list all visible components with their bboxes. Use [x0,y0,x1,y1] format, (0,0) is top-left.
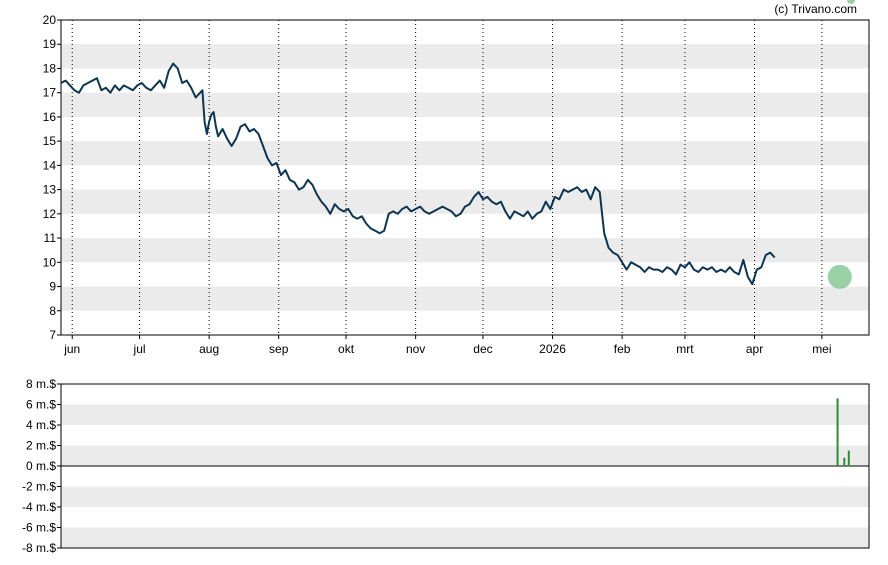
price-y-tick-label: 10 [43,255,57,269]
price-y-tick-label: 7 [49,328,56,342]
volume-chart: -8 m.$ -6 m.$ -4 m.$ -2 m.$ 0 m.$ 2 m.$ 4 m.$ 6… [22,377,870,555]
price-y-tick-label: 17 [43,86,57,100]
price-y-tick-label: 12 [43,207,57,221]
volume-y-tick-label: 0 m.$ [26,459,56,473]
volume-y-tick-label: -2 m.$ [22,480,56,494]
price-y-tick-label: 15 [43,134,57,148]
price-y-tick-label: 20 [43,13,57,27]
credit-label: (c) Trivano.com [774,2,857,16]
price-x-tick-label: okt [338,342,355,356]
price-band [61,238,869,263]
volume-y-tick-label: 4 m.$ [26,418,56,432]
price-band [61,92,869,117]
price-chart: 7 8 9 10 11 12 13 14 15 16 17 18 19 20 jun jul aug sep ok… [43,0,870,356]
volume-chart-bands [61,404,869,548]
volume-band [61,445,869,466]
volume-band [61,404,869,425]
price-x-tick-label: mrt [676,342,694,356]
volume-y-tick-label: -4 m.$ [22,500,56,514]
price-x-tick-label: sep [269,342,289,356]
price-x-tick-label: mei [812,342,831,356]
volume-bar [847,450,850,466]
price-chart-bands [61,44,869,311]
price-x-tick-label: jul [133,342,146,356]
price-x-tick-label: nov [406,342,425,356]
price-chart-y-axis: 7 8 9 10 11 12 13 14 15 16 17 18 19 20 [43,13,61,342]
price-band [61,286,869,311]
highlight-marker-large [827,264,852,289]
volume-y-tick-label: 2 m.$ [26,439,56,453]
volume-chart-y-axis: -8 m.$ -6 m.$ -4 m.$ -2 m.$ 0 m.$ 2 m.$ 4 m.$ 6… [22,377,61,555]
volume-y-tick-label: -8 m.$ [22,541,56,555]
price-y-tick-label: 19 [43,37,57,51]
volume-band [61,486,869,507]
price-x-tick-label: feb [614,342,631,356]
price-y-tick-label: 16 [43,110,57,124]
price-band [61,44,869,69]
price-x-tick-label: apr [746,342,763,356]
price-x-tick-label: 2026 [539,342,566,356]
price-chart-x-axis: jun jul aug sep okt nov dec 2026 feb mrt apr mei [63,335,832,356]
volume-bar [843,457,846,466]
price-x-tick-label: dec [473,342,492,356]
price-band [61,189,869,214]
volume-band [61,527,869,548]
volume-y-tick-label: 8 m.$ [26,377,56,391]
price-y-tick-label: 9 [49,280,56,294]
price-y-tick-label: 18 [43,61,57,75]
price-x-tick-label: jun [63,342,80,356]
price-x-tick-label: aug [199,342,219,356]
price-band [61,141,869,166]
price-y-tick-label: 11 [44,231,57,245]
volume-bar [836,398,839,466]
price-y-tick-label: 14 [43,158,57,172]
volume-y-tick-label: 6 m.$ [26,398,56,412]
price-y-tick-label: 13 [43,183,57,197]
volume-y-tick-label: -6 m.$ [22,521,56,535]
stock-charts: (c) Trivano.com 7 8 9 10 11 12 13 14 15 16 17 18 19 2… [22,0,870,555]
price-y-tick-label: 8 [49,304,56,318]
